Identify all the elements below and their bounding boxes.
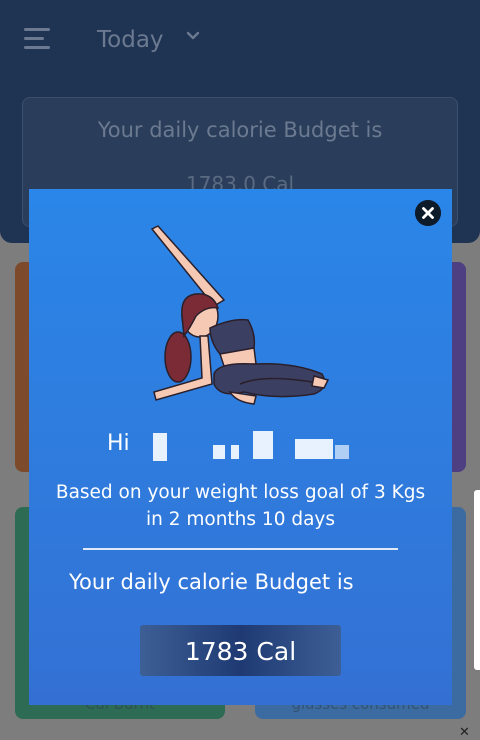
corner-close-icon[interactable]: ✕ bbox=[459, 725, 470, 740]
hamburger-menu-icon[interactable] bbox=[24, 28, 50, 50]
weight-goal-text: Based on your weight loss goal of 3 Kgs … bbox=[55, 482, 426, 530]
greeting-row: Hi bbox=[29, 425, 452, 465]
date-selector-title[interactable]: Today bbox=[97, 27, 164, 53]
close-icon[interactable] bbox=[415, 200, 441, 226]
greeting-text: Hi bbox=[107, 431, 130, 456]
calorie-budget-label: Your daily calorie Budget is bbox=[69, 570, 354, 594]
calorie-budget-dialog: Hi Based on your weight loss goal of 3 K… bbox=[29, 189, 452, 705]
divider bbox=[83, 548, 398, 550]
calorie-budget-value-box: 1783 Cal bbox=[140, 625, 341, 676]
yoga-woman-illustration bbox=[150, 225, 330, 405]
budget-card-label: Your daily calorie Budget is bbox=[97, 118, 383, 142]
chevron-down-icon[interactable] bbox=[186, 29, 200, 43]
calorie-budget-value: 1783 Cal bbox=[184, 637, 297, 666]
scroll-indicator bbox=[474, 490, 480, 670]
